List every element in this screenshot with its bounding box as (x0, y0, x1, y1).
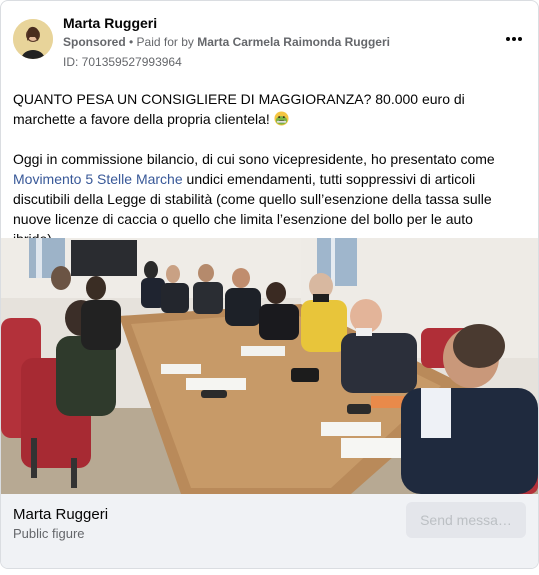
author-name[interactable]: Marta Ruggeri (63, 15, 157, 31)
meeting-room-photo (1, 238, 538, 494)
avatar[interactable] (13, 19, 53, 59)
more-horizontal-icon (518, 37, 522, 41)
sponsored-post-card: Marta Ruggeri Sponsored • Paid for by Ma… (0, 0, 539, 569)
page-name[interactable]: Marta Ruggeri (13, 506, 108, 523)
post-photo[interactable] (1, 238, 538, 494)
post-footer: Marta Ruggeri Public figure Send messa… (1, 494, 538, 568)
sponsored-label: Sponsored (63, 35, 126, 49)
post-header: Marta Ruggeri Sponsored • Paid for by Ma… (13, 13, 526, 69)
meta-separator: • (125, 35, 137, 49)
paid-for-prefix: Paid for by (136, 35, 198, 49)
movimento-5-stelle-link[interactable]: Movimento 5 Stelle Marche (13, 171, 183, 187)
paragraph-2-prefix: Oggi in commissione bilancio, di cui son… (13, 151, 495, 167)
more-options-button[interactable] (502, 27, 526, 51)
post-paragraph-1: QUANTO PESA UN CONSIGLIERE DI MAGGIORANZ… (13, 89, 529, 129)
post-paragraph-2: Oggi in commissione bilancio, di cui son… (13, 149, 529, 249)
more-horizontal-icon (506, 37, 510, 41)
paid-for-name[interactable]: Marta Carmela Raimonda Ruggeri (197, 35, 390, 49)
paragraph-1-text: QUANTO PESA UN CONSIGLIERE DI MAGGIORANZ… (13, 91, 465, 127)
more-horizontal-icon (512, 37, 516, 41)
post-text: QUANTO PESA UN CONSIGLIERE DI MAGGIORANZ… (13, 89, 529, 249)
page-category: Public figure (13, 526, 85, 541)
nauseated-face-emoji (274, 111, 289, 126)
ad-id: ID: 701359527993964 (63, 55, 182, 69)
send-message-button[interactable]: Send messa… (406, 502, 526, 538)
sponsored-meta: Sponsored • Paid for by Marta Carmela Ra… (63, 35, 390, 49)
